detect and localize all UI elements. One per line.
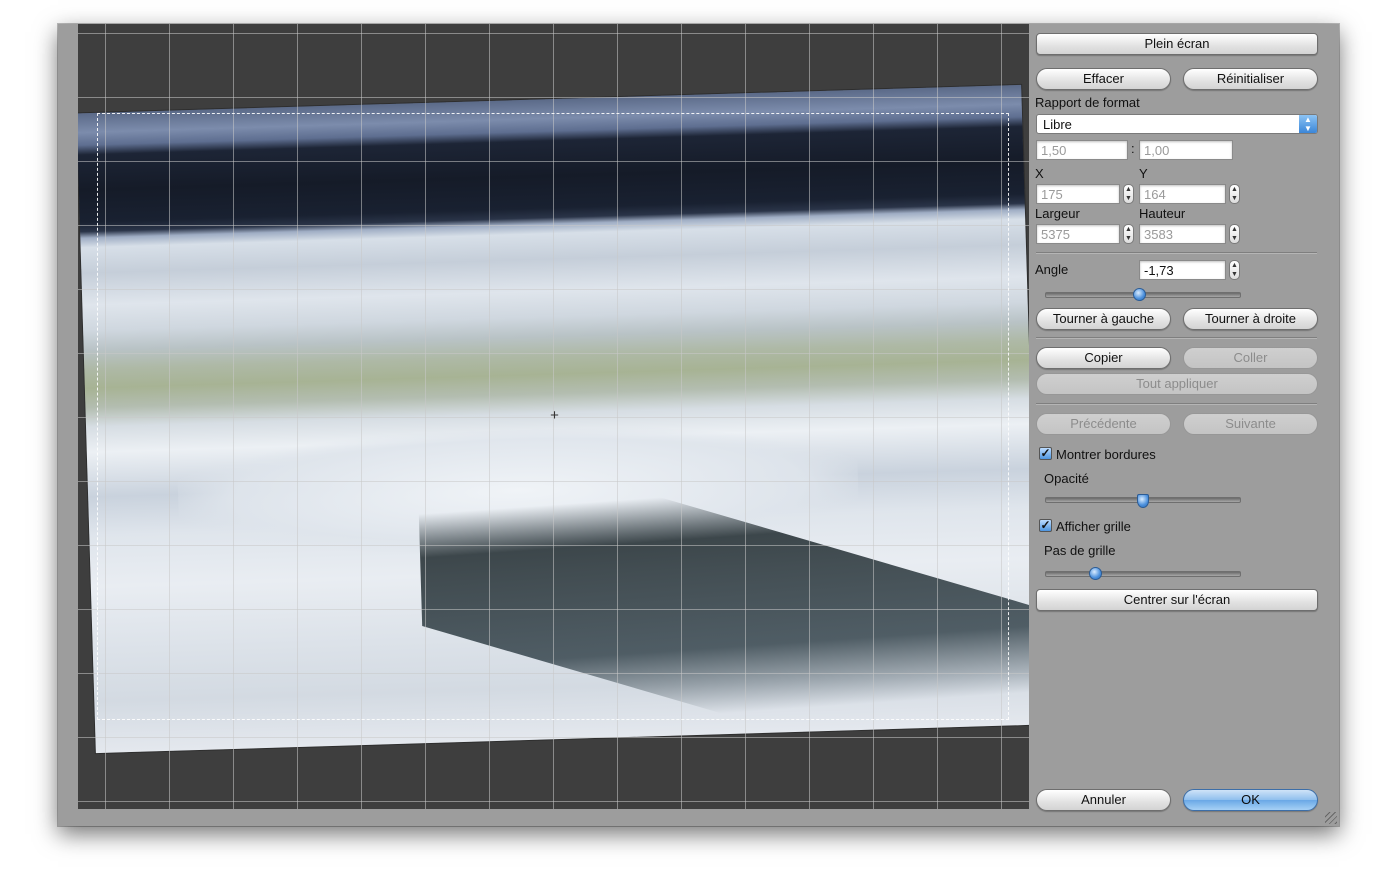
rotate-left-button[interactable]: Tourner à gauche — [1036, 308, 1171, 330]
height-stepper-icon[interactable]: ▲ ▼ — [1229, 224, 1240, 244]
ok-button[interactable]: OK — [1183, 789, 1318, 811]
settings-panel: Plein écran Effacer Réinitialiser Rappor… — [1029, 24, 1339, 826]
reset-button[interactable]: Réinitialiser — [1183, 68, 1318, 90]
crop-dialog-window: + Plein écran Effacer Réinitialiser Rapp… — [58, 24, 1339, 826]
rotate-right-button[interactable]: Tourner à droite — [1183, 308, 1318, 330]
ratio-width-field[interactable]: 1,50 — [1036, 140, 1128, 160]
grid-step-label: Pas de grille — [1044, 543, 1116, 558]
width-field[interactable]: 5375 — [1036, 224, 1120, 244]
checkmark-icon: ✓ — [1040, 446, 1051, 460]
grid-line — [78, 801, 1029, 802]
next-button[interactable]: Suivante — [1183, 413, 1318, 435]
separator — [1036, 337, 1317, 339]
x-field[interactable]: 175 — [1036, 184, 1120, 204]
x-label: X — [1035, 166, 1044, 181]
aspect-ratio-label: Rapport de format — [1035, 95, 1140, 110]
grid-step-slider-track[interactable] — [1045, 571, 1241, 577]
height-field[interactable]: 3583 — [1139, 224, 1226, 244]
grid-step-slider-knob[interactable] — [1088, 567, 1102, 580]
checkmark-icon: ✓ — [1040, 518, 1051, 532]
paste-button[interactable]: Coller — [1183, 347, 1318, 369]
opacity-label: Opacité — [1044, 471, 1089, 486]
angle-label: Angle — [1035, 262, 1069, 277]
angle-field[interactable]: -1,73 — [1139, 260, 1226, 280]
opacity-slider-knob[interactable] — [1137, 494, 1149, 508]
clear-button[interactable]: Effacer — [1036, 68, 1171, 90]
grid-line — [78, 737, 1029, 738]
fullscreen-button[interactable]: Plein écran — [1036, 33, 1318, 55]
y-field[interactable]: 164 — [1139, 184, 1226, 204]
grid-line — [78, 33, 1029, 34]
show-grid-label: Afficher grille — [1056, 519, 1131, 534]
resize-grip-icon[interactable] — [1325, 812, 1337, 824]
crosshair-icon: + — [550, 407, 559, 424]
cancel-button[interactable]: Annuler — [1036, 789, 1171, 811]
separator — [1036, 252, 1317, 254]
angle-stepper-icon[interactable]: ▲ ▼ — [1229, 260, 1240, 280]
center-on-screen-button[interactable]: Centrer sur l'écran — [1036, 589, 1318, 611]
ratio-separator: : — [1131, 141, 1135, 156]
y-stepper-icon[interactable]: ▲ ▼ — [1229, 184, 1240, 204]
show-borders-checkbox[interactable]: ✓ — [1039, 447, 1052, 460]
copy-button[interactable]: Copier — [1036, 347, 1171, 369]
apply-all-button[interactable]: Tout appliquer — [1036, 373, 1318, 395]
aspect-ratio-select[interactable]: Libre ▲ ▼ — [1036, 114, 1318, 134]
show-borders-label: Montrer bordures — [1056, 447, 1156, 462]
ratio-height-field[interactable]: 1,00 — [1139, 140, 1233, 160]
aspect-ratio-value: Libre — [1043, 117, 1072, 132]
width-label: Largeur — [1035, 206, 1080, 221]
width-stepper-icon[interactable]: ▲ ▼ — [1123, 224, 1134, 244]
grid-line — [78, 97, 1029, 98]
show-grid-checkbox[interactable]: ✓ — [1039, 519, 1052, 532]
y-label: Y — [1139, 166, 1148, 181]
separator — [1036, 403, 1317, 405]
x-stepper-icon[interactable]: ▲ ▼ — [1123, 184, 1134, 204]
previous-button[interactable]: Précédente — [1036, 413, 1171, 435]
height-label: Hauteur — [1139, 206, 1186, 221]
updown-arrows-icon: ▲ ▼ — [1299, 115, 1317, 133]
angle-slider-knob[interactable] — [1133, 288, 1147, 301]
crop-canvas[interactable]: + — [78, 24, 1029, 809]
